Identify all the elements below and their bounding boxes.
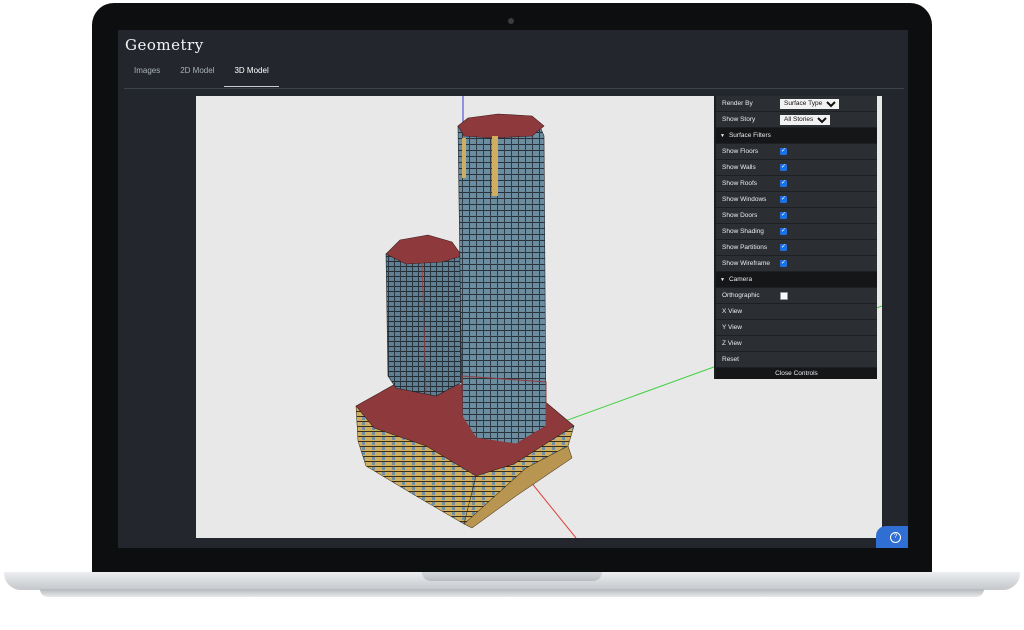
filter-floors-checkbox[interactable]: ✓ [780,148,787,155]
orthographic-checkbox[interactable] [780,291,788,300]
tab-images[interactable]: Images [124,66,170,86]
render-by-select[interactable]: Surface Type [780,98,839,109]
filter-floors-label: Show Floors [722,148,759,155]
filter-roofs-label: Show Roofs [722,180,758,187]
y-view-label: Y View [722,324,742,331]
render-by-row: Render By Surface Type [716,96,877,112]
z-view-button[interactable]: Z View [716,336,877,352]
reset-button[interactable]: Reset [716,352,877,368]
axis-x-line [525,475,577,538]
controls-panel: Render By Surface Type Show Story All St… [714,96,877,379]
x-view-label: X View [722,308,743,315]
y-view-button[interactable]: Y View [716,320,877,336]
filter-wireframe-checkbox[interactable]: ✓ [780,260,787,267]
filter-shading-checkbox[interactable]: ✓ [780,228,787,235]
camera-title: Camera [728,276,753,283]
orthographic-row: Orthographic [716,288,877,304]
filter-shading-row: Show Shading ✓ [716,224,877,240]
surface-filters-title: Surface Filters [728,132,771,139]
caret-down-icon: ▼ [720,132,725,139]
filter-doors-row: Show Doors ✓ [716,208,877,224]
webcam [508,18,514,24]
filter-walls-checkbox[interactable]: ✓ [780,164,787,171]
close-controls-button[interactable]: Close Controls [716,368,877,379]
filter-roofs-checkbox[interactable]: ✓ [780,180,787,187]
camera-header[interactable]: ▼ Camera [716,272,877,288]
filter-wireframe-label: Show Wireframe [722,260,771,267]
filter-partitions-row: Show Partitions ✓ [716,240,877,256]
orthographic-label: Orthographic [722,292,760,299]
reset-label: Reset [722,356,739,363]
tall-tower-roof [457,113,545,139]
x-view-button[interactable]: X View [716,304,877,320]
tall-tower-core-2 [462,138,466,178]
filter-walls-row: Show Walls ✓ [716,160,877,176]
tab-3d-model[interactable]: 3D Model [224,66,279,87]
help-button[interactable]: ? [876,526,908,548]
filter-doors-label: Show Doors [722,212,758,219]
filter-floors-row: Show Floors ✓ [716,144,877,160]
tab-2d-model[interactable]: 2D Model [170,66,224,86]
app-screen: Geometry Images 2D Model 3D Model Render… [118,30,908,548]
caret-down-icon: ▼ [720,276,725,283]
show-story-row: Show Story All Stories [716,112,877,128]
help-icon: ? [890,532,901,543]
filter-doors-checkbox[interactable]: ✓ [780,212,787,219]
filter-walls-label: Show Walls [722,164,756,171]
filter-shading-label: Show Shading [722,228,764,235]
filter-partitions-label: Show Partitions [722,244,768,251]
laptop-notch [422,572,602,581]
tall-tower-core [492,136,498,196]
filter-partitions-checkbox[interactable]: ✓ [780,244,787,251]
tall-tower-base [461,375,547,445]
laptop-base-bottom [40,589,984,597]
filter-windows-checkbox[interactable]: ✓ [780,196,787,203]
filter-windows-row: Show Windows ✓ [716,192,877,208]
surface-filters-header[interactable]: ▼ Surface Filters [716,128,877,144]
show-story-select[interactable]: All Stories [780,114,830,125]
z-view-label: Z View [722,340,742,347]
tab-divider [124,88,904,89]
page-title: Geometry [125,36,204,54]
filter-windows-label: Show Windows [722,196,767,203]
tab-bar: Images 2D Model 3D Model [124,66,279,87]
render-by-label: Render By [722,100,753,107]
filter-roofs-row: Show Roofs ✓ [716,176,877,192]
show-story-label: Show Story [722,116,756,123]
short-tower-roof [385,234,463,265]
filter-wireframe-row: Show Wireframe ✓ [716,256,877,272]
